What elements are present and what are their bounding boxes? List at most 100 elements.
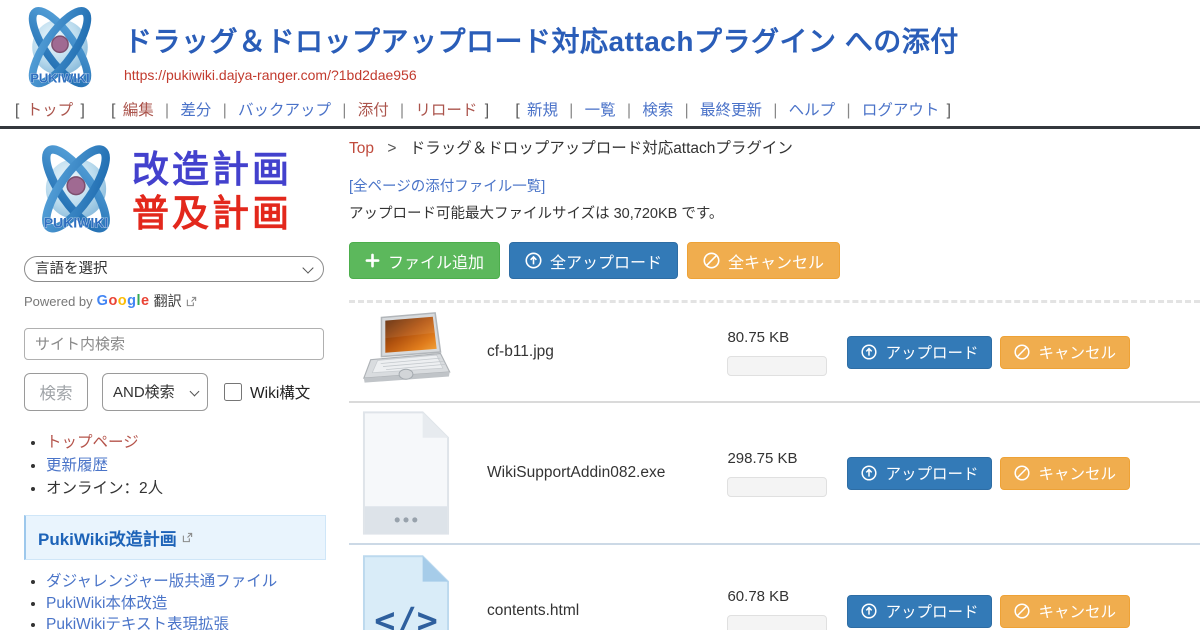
cancel-circle-icon xyxy=(1014,603,1030,619)
cancel-label: キャンセル xyxy=(1038,600,1116,622)
sidebar-item-core-mod[interactable]: PukiWiki本体改造 xyxy=(46,595,167,612)
logo-line-fukyu: 普及計画 xyxy=(132,192,292,236)
sidebar-page-links: ダジャレンジャー版共通ファイル PukiWiki本体改造 PukiWikiテキス… xyxy=(24,572,345,630)
nav-item-backup[interactable]: バックアップ xyxy=(238,102,331,119)
pukiwiki-logo[interactable]: PUKIWIKI xyxy=(12,5,108,100)
site-search-input[interactable] xyxy=(24,328,324,360)
laptop-photo-thumbnail xyxy=(360,311,452,393)
wiki-syntax-label: Wiki構文 xyxy=(250,381,310,403)
wiki-syntax-checkbox[interactable] xyxy=(224,383,242,401)
upload-button[interactable]: アップロード xyxy=(847,595,992,628)
max-upload-size-text: アップロード可能最大ファイルサイズは 30,720KB です。 xyxy=(349,202,1200,223)
nav-item-edit[interactable]: 編集 xyxy=(123,102,154,119)
nav-item-help[interactable]: ヘルプ xyxy=(789,102,836,119)
bracket: ] xyxy=(485,102,489,119)
file-row-actions: アップロード キャンセル xyxy=(847,595,1130,628)
sidebar: PUKIWIKI 改造計画 普及計画 言語を選択 Powered by Goog… xyxy=(0,126,345,630)
translate-link[interactable]: 翻訳 xyxy=(154,291,182,311)
nav-group-top: [ トップ ] xyxy=(12,102,92,119)
sidebar-item-top-page[interactable]: トップページ xyxy=(46,434,139,451)
nav-item-attach[interactable]: 添付 xyxy=(358,102,389,119)
sidebar-item-common-files[interactable]: ダジャレンジャー版共通ファイル xyxy=(46,573,277,590)
sidebar-item-update-history[interactable]: 更新履歴 xyxy=(46,457,108,474)
separator: | xyxy=(846,102,850,119)
upload-progress-bar xyxy=(727,615,827,630)
search-controls: 検索 AND検索 Wiki構文 xyxy=(24,373,345,411)
upload-label: アップロード xyxy=(885,600,978,622)
sidebar-section-box: PukiWiki改造計画 xyxy=(24,515,326,560)
cancel-all-label: 全キャンセル xyxy=(728,249,824,273)
upload-progress-bar xyxy=(727,477,827,497)
file-row: cf-b11.jpg 80.75 KB アップロード xyxy=(349,303,1200,403)
separator: | xyxy=(773,102,777,119)
cancel-button[interactable]: キャンセル xyxy=(1000,595,1130,628)
upload-all-label: 全アップロード xyxy=(550,249,662,273)
section-title-text: PukiWiki改造計画 xyxy=(38,525,177,550)
separator: | xyxy=(342,102,346,119)
nav-item-list[interactable]: 一覧 xyxy=(585,102,616,119)
upload-file-list: cf-b11.jpg 80.75 KB アップロード xyxy=(349,300,1200,630)
sidebar-quick-links: トップページ 更新履歴 オンライン：2人 xyxy=(24,433,345,499)
upload-label: アップロード xyxy=(885,341,978,363)
pukiwiki-atom-icon: PUKIWIKI xyxy=(12,5,108,95)
sidebar-logo-text: 改造計画 普及計画 xyxy=(132,148,292,235)
file-size: 60.78 KB xyxy=(727,588,831,605)
search-mode-select[interactable]: AND検索 xyxy=(102,373,208,411)
upload-button[interactable]: アップロード xyxy=(847,336,992,369)
pukiwiki-logo-text: PUKIWIKI xyxy=(44,214,109,230)
list-item: 更新履歴 xyxy=(46,456,345,476)
bracket: ] xyxy=(80,102,84,119)
cancel-button[interactable]: キャンセル xyxy=(1000,457,1130,490)
file-thumbnail xyxy=(349,410,453,536)
upload-circle-icon xyxy=(525,252,542,269)
nav-item-top[interactable]: トップ xyxy=(27,102,74,119)
cancel-all-button[interactable]: 全キャンセル xyxy=(687,242,840,279)
sidebar-section-title-link[interactable]: PukiWiki改造計画 xyxy=(38,525,193,550)
all-attachments-link[interactable]: [全ページの添付ファイル一覧] xyxy=(349,175,545,196)
nav-item-recent[interactable]: 最終更新 xyxy=(700,102,762,119)
add-files-button[interactable]: ファイル追加 xyxy=(349,242,500,279)
page-header: PUKIWIKI ドラッグ＆ドロップアップロード対応attachプラグイン への… xyxy=(0,0,1200,97)
file-size-cell: 60.78 KB xyxy=(727,588,831,630)
nav-item-new[interactable]: 新規 xyxy=(527,102,558,119)
sidebar-item-text-ext[interactable]: PukiWikiテキスト表現拡張 xyxy=(46,616,229,630)
separator: | xyxy=(165,102,169,119)
file-thumbnail xyxy=(349,311,453,393)
language-select[interactable]: 言語を選択 xyxy=(24,256,324,282)
nav-item-diff[interactable]: 差分 xyxy=(180,102,211,119)
external-link-icon xyxy=(182,532,193,543)
upload-circle-icon xyxy=(861,465,877,481)
file-size-cell: 298.75 KB xyxy=(727,450,831,497)
search-mode-wrap: AND検索 xyxy=(102,373,208,411)
main-content: Top > ドラッグ＆ドロップアップロード対応attachプラグイン [全ページ… xyxy=(345,126,1200,630)
svg-text:</>: </> xyxy=(374,601,438,630)
cancel-circle-icon xyxy=(1014,465,1030,481)
sidebar-logo[interactable]: PUKIWIKI 改造計画 普及計画 xyxy=(24,142,345,242)
nav-item-reload[interactable]: リロード xyxy=(415,102,477,119)
google-translate-attribution: Powered by Google 翻訳 xyxy=(24,291,345,311)
file-size-cell: 80.75 KB xyxy=(727,329,831,376)
page-url: https://pukiwiki.dajya-ranger.com/?1bd2d… xyxy=(124,67,959,83)
add-files-label: ファイル追加 xyxy=(388,249,484,273)
cancel-button[interactable]: キャンセル xyxy=(1000,336,1130,369)
bracket: ] xyxy=(947,102,951,119)
list-item: トップページ xyxy=(46,433,345,453)
breadcrumb-home[interactable]: Top xyxy=(349,140,374,157)
pukiwiki-logo-text: PUKIWIKI xyxy=(30,71,90,86)
list-item: PukiWiki本体改造 xyxy=(46,594,345,613)
upload-button[interactable]: アップロード xyxy=(847,457,992,490)
nav-group-site: [ 新規 | 一覧 | 検索 | 最終更新 | ヘルプ | ログアウト ] xyxy=(512,102,954,119)
nav-item-logout[interactable]: ログアウト xyxy=(862,102,940,119)
search-button[interactable]: 検索 xyxy=(24,373,88,411)
upload-label: アップロード xyxy=(885,462,978,484)
html-file-icon: </> xyxy=(362,554,450,630)
separator: | xyxy=(223,102,227,119)
separator: | xyxy=(627,102,631,119)
separator: | xyxy=(400,102,404,119)
bracket: [ xyxy=(15,102,19,119)
file-row: </> contents.html 60.78 KB アップロード xyxy=(349,545,1200,630)
upload-all-button[interactable]: 全アップロード xyxy=(509,242,678,279)
cancel-circle-icon xyxy=(703,252,720,269)
nav-item-search[interactable]: 検索 xyxy=(642,102,673,119)
nav-group-page: [ 編集 | 差分 | バックアップ | 添付 | リロード ] xyxy=(108,102,496,119)
